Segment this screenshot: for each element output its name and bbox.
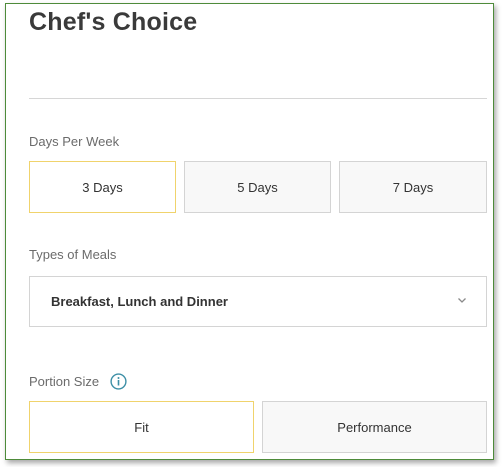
meal-plan-panel: Chef's Choice Days Per Week 3 Days 5 Day…	[5, 3, 494, 460]
days-option-7-label: 7 Days	[392, 179, 434, 195]
days-option-3[interactable]: 3 Days	[29, 161, 176, 213]
portion-option-performance[interactable]: Performance	[262, 401, 487, 453]
portion-size-label: Portion Size	[29, 374, 100, 389]
types-of-meals-label: Types of Meals	[29, 247, 117, 262]
days-option-5[interactable]: 5 Days	[184, 161, 331, 213]
chevron-down-icon	[458, 298, 466, 303]
portion-option-fit-label: Fit	[134, 419, 149, 435]
portion-option-performance-label: Performance	[337, 419, 412, 435]
days-option-7[interactable]: 7 Days	[339, 161, 487, 213]
days-option-5-label: 5 Days	[237, 179, 278, 195]
portion-option-fit[interactable]: Fit	[29, 401, 254, 453]
title-divider	[29, 98, 487, 99]
days-per-week-label: Days Per Week	[29, 134, 120, 149]
info-icon[interactable]	[110, 373, 127, 390]
page-title: Chef's Choice	[29, 8, 198, 36]
days-option-3-label: 3 Days	[82, 179, 123, 195]
meal-types-value: Breakfast, Lunch and Dinner	[51, 294, 228, 309]
meal-types-select[interactable]: Breakfast, Lunch and Dinner	[29, 276, 487, 327]
